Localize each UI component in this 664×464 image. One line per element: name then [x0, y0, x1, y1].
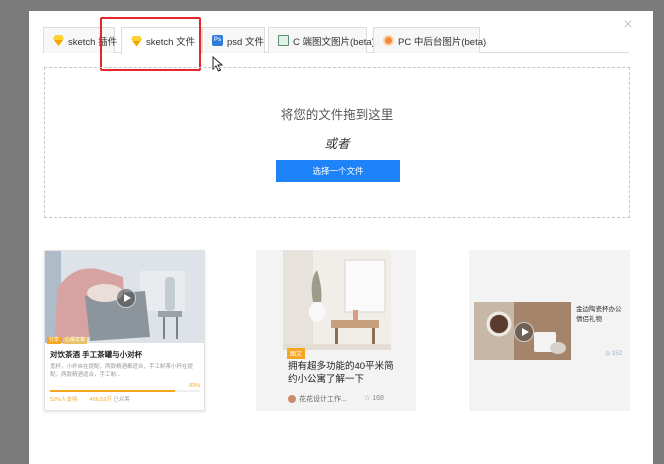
tag: 心得文章 — [63, 337, 88, 344]
template-card-1[interactable]: 分享 心得文章 对饮茶酒 手工茶罐与小对杯 宽杯，小杯自在提配，两款精酒都适合，… — [44, 250, 205, 411]
card-title: 拥有超多功能的40平米简约小公寓了解一下 — [288, 361, 394, 385]
tab-sketch-plugin[interactable]: sketch 插件 — [43, 27, 118, 53]
tab-sketch-file[interactable]: sketch 文件 — [121, 27, 202, 54]
play-icon[interactable] — [116, 288, 136, 308]
tab-psd-file[interactable]: Ps psd 文件 — [202, 27, 265, 53]
card-badge: 图文 — [287, 348, 306, 359]
card-image — [474, 302, 571, 360]
upload-modal: × sketch 插件 sketch 文件 Ps psd 文件 C 端图文图片(… — [29, 11, 653, 464]
tag: 分享 — [47, 337, 62, 344]
progress-percent: 83% — [188, 383, 200, 389]
tab-bar: sketch 插件 sketch 文件 Ps psd 文件 C 端图文图片(be… — [43, 27, 629, 54]
author-name: 花花设计工作... — [299, 396, 347, 403]
card-author: 花花设计工作... — [288, 394, 347, 404]
dropzone-or: 或者 — [324, 137, 350, 151]
amount-stat: 466.52万 — [89, 397, 112, 403]
card-image — [283, 250, 391, 350]
card-image — [45, 251, 204, 343]
tab-label: sketch 插件 — [68, 36, 118, 48]
pc-icon — [383, 35, 394, 46]
sketch-icon — [131, 35, 142, 47]
sketch-icon — [53, 35, 64, 46]
view-count: ◎ 152 — [605, 351, 622, 357]
tab-label: C 端图文图片(beta) — [293, 36, 375, 48]
tab-pc-image[interactable]: PC 中后台图片(beta) — [373, 27, 486, 53]
dropzone-title: 将您的文件拖到这里 — [280, 108, 394, 122]
tab-c-image[interactable]: C 端图文图片(beta) — [268, 27, 375, 53]
progress-fill — [50, 390, 175, 392]
play-icon[interactable] — [514, 322, 534, 342]
template-card-3[interactable]: 金边陶瓷杯办公情侣礼物 ◎ 152 — [469, 250, 630, 411]
tab-label: psd 文件 — [227, 36, 264, 48]
card-stats: 52%人支持 466.52万 已众筹 — [50, 395, 130, 403]
avatar — [288, 395, 296, 403]
choose-file-button[interactable]: 选择一个文件 — [276, 160, 400, 182]
photoshop-icon: Ps — [212, 35, 223, 46]
tab-label: sketch 文件 — [146, 37, 196, 48]
tab-label: PC 中后台图片(beta) — [398, 36, 487, 48]
support-stat: 52%人支持 — [50, 397, 78, 403]
likes-count: ☆ 168 — [364, 395, 384, 402]
image-icon — [278, 35, 289, 46]
card-tags: 分享 心得文章 — [47, 337, 88, 344]
card-title: 金边陶瓷杯办公情侣礼物 — [576, 306, 622, 323]
template-card-2[interactable]: 图文 拥有超多功能的40平米简约小公寓了解一下 花花设计工作... ☆ 168 — [256, 250, 416, 411]
card-title: 对饮茶酒 手工茶罐与小对杯 — [50, 350, 143, 359]
card-description: 宽杯，小杯自在提配，两款精酒都适合，手工制茶小杯在提配，两款精酒适合，手工制..… — [50, 364, 194, 378]
amount-label: 已众筹 — [113, 397, 130, 403]
file-dropzone[interactable]: 将您的文件拖到这里 或者 选择一个文件 — [44, 67, 630, 218]
progress-bar — [50, 390, 200, 392]
